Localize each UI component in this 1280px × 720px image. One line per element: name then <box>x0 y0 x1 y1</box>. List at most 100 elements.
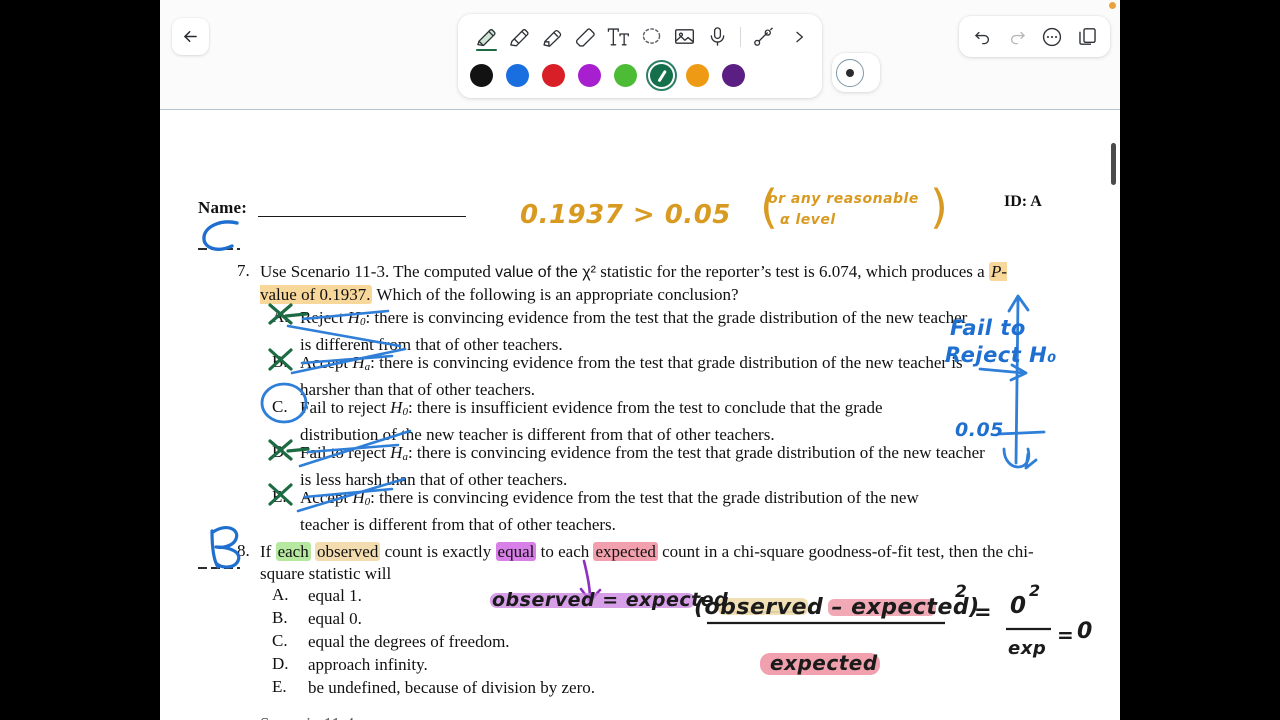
q7-stem-pre: Use Scenario 11-3. The computed <box>260 262 496 281</box>
q8-option-a-letter[interactable]: A. <box>272 585 289 605</box>
pages-button[interactable] <box>1072 22 1102 52</box>
q7-stem-post: Which of the following is an appropriate… <box>372 284 739 304</box>
scrollbar-track[interactable] <box>1110 111 1116 720</box>
annotation-alpha-note-line1: or any reasonable <box>768 191 919 207</box>
id-label: ID: A <box>1004 193 1042 210</box>
redo-icon <box>1010 31 1025 45</box>
stroke-dot-icon <box>846 68 854 77</box>
color-blue[interactable] <box>506 64 529 87</box>
q8-option-b-letter[interactable]: B. <box>272 608 288 628</box>
q8-part-6: to each <box>536 542 594 561</box>
toolbar-bar <box>160 0 1120 110</box>
question-7-number: 7. <box>237 261 250 280</box>
q7-option-c-text[interactable]: Fail to reject H0: there is insufficient… <box>300 397 950 445</box>
pencil-icon <box>510 29 529 47</box>
pen-tool[interactable] <box>470 20 503 53</box>
q8-highlight-observed: observed <box>314 542 381 561</box>
undo-button[interactable] <box>967 22 997 52</box>
q8-option-c-text[interactable]: equal the degrees of freedom. <box>308 631 510 653</box>
formula-denominator: expected <box>770 651 878 675</box>
color-red[interactable] <box>542 64 565 87</box>
lasso-select-tool[interactable] <box>635 20 668 53</box>
redo-button[interactable] <box>1002 22 1032 52</box>
q8-part-0: If <box>260 542 276 561</box>
expand-toolbar-button[interactable] <box>782 20 815 53</box>
q7-option-b-text[interactable]: Accept Ha: there is convincing evidence … <box>300 352 1000 400</box>
q7-option-c-letter[interactable]: C. <box>272 397 288 417</box>
chevron-right-icon <box>795 31 803 42</box>
laser-pointer-icon <box>754 27 773 46</box>
q7-option-e-text[interactable]: Accept H0: there is convincing evidence … <box>300 487 960 535</box>
worksheet-content: Name: ID: A 7. Use Scenario 11-3. The co… <box>160 111 1120 720</box>
q7-stem-sans: value of the χ² <box>495 264 597 281</box>
q7-option-b-letter[interactable]: B. <box>272 352 288 372</box>
q7-stem-mid: statistic for the reporter’s test is 6.0… <box>596 262 989 281</box>
name-blank-line <box>258 216 466 217</box>
formula-numerator-exponent: 2 <box>955 582 968 602</box>
formula-expected-highlight <box>828 599 936 616</box>
blue-arrow-head <box>1009 363 1028 382</box>
question-8-stem: If each observed count is exactly equal … <box>260 541 1065 584</box>
color-palette-row <box>458 59 822 98</box>
note-app-window: Name: ID: A 7. Use Scenario 11-3. The co… <box>160 0 1120 720</box>
unsaved-status-dot <box>1109 2 1116 9</box>
lasso-select-icon <box>642 28 661 44</box>
back-arrow-icon <box>184 30 197 43</box>
color-black[interactable] <box>470 64 493 87</box>
microphone-icon <box>710 27 725 46</box>
name-label: Name: <box>198 198 248 217</box>
toolbar-divider <box>740 26 741 47</box>
insert-image-tool[interactable] <box>668 20 701 53</box>
color-magenta[interactable] <box>578 64 601 87</box>
annotation-observed-equals-expected: observed = expected <box>492 589 729 611</box>
more-options-button[interactable] <box>1037 22 1067 52</box>
q7-option-d-letter[interactable]: D. <box>272 442 289 462</box>
back-button[interactable] <box>172 18 209 55</box>
q8-option-c-letter[interactable]: C. <box>272 631 288 651</box>
annotation-alpha-tick-label: 0.05 <box>955 419 1004 441</box>
more-options-icon <box>1042 27 1062 46</box>
q8-option-e-letter[interactable]: E. <box>272 677 287 697</box>
formula-result-equals: = <box>1057 623 1075 647</box>
text-tool[interactable] <box>602 20 635 53</box>
q7-option-e-letter[interactable]: E. <box>272 487 287 507</box>
eraser-tool[interactable] <box>569 20 602 53</box>
laser-pointer-tool[interactable] <box>747 20 780 53</box>
q8-highlight-expected: expected <box>593 542 658 561</box>
purple-highlight-bar <box>490 593 695 608</box>
color-orange[interactable] <box>686 64 709 87</box>
formula-result: 0 <box>1077 619 1093 644</box>
q8-part-4: count is exactly <box>380 542 496 561</box>
color-purple[interactable] <box>722 64 745 87</box>
question-7-stem: Use Scenario 11-3. The computed value of… <box>260 261 1030 305</box>
stroke-width-option[interactable] <box>836 58 864 87</box>
eraser-icon <box>575 28 595 47</box>
q8-option-d-text[interactable]: approach infinity. <box>308 654 428 676</box>
formula-right-denominator: exp <box>1008 638 1047 659</box>
highlighter-icon <box>543 30 562 47</box>
handwritten-answer-c <box>202 220 239 251</box>
color-dark-green[interactable] <box>645 59 678 92</box>
q8-option-a-text[interactable]: equal 1. <box>308 585 362 607</box>
q8-highlight-each: each <box>275 542 311 561</box>
highlighter-tool[interactable] <box>536 20 569 53</box>
document-page[interactable]: Name: ID: A 7. Use Scenario 11-3. The co… <box>160 111 1120 720</box>
formula-observed-highlight <box>718 598 808 615</box>
color-green[interactable] <box>614 64 637 87</box>
q8-highlight-equal: equal <box>495 542 537 561</box>
q8-option-d-letter[interactable]: D. <box>272 654 289 674</box>
microphone-tool[interactable] <box>701 20 734 53</box>
undo-icon <box>974 31 989 45</box>
question-8-number: 8. <box>237 541 250 560</box>
stroke-width-panel <box>832 53 880 92</box>
pages-icon <box>1078 28 1096 45</box>
pencil-tool[interactable] <box>503 20 536 53</box>
q7-option-d-text[interactable]: Fail to reject Ha: there is convincing e… <box>300 442 1000 490</box>
q8-option-b-text[interactable]: equal 0. <box>308 608 362 630</box>
q7-option-a-letter[interactable]: A. <box>272 307 289 327</box>
scrollbar-thumb[interactable] <box>1111 143 1116 185</box>
q7-option-a-text[interactable]: Reject H0: there is convincing evidence … <box>300 307 980 355</box>
image-icon <box>675 29 694 44</box>
q8-option-e-text[interactable]: be undefined, because of division by zer… <box>308 677 595 699</box>
annotation-paren-close: ) <box>930 180 948 234</box>
